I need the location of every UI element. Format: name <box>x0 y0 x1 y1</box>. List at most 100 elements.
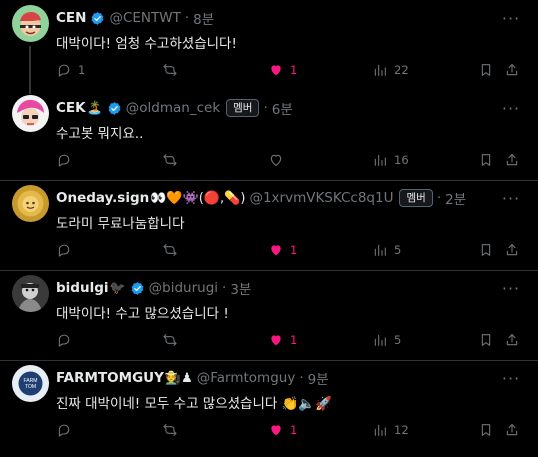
views-count: 5 <box>394 333 402 347</box>
tweet-actions: 1 12 <box>44 420 538 440</box>
author-handle[interactable]: @1xrvmVKSKCc8q1U <box>249 190 393 206</box>
author-handle[interactable]: @Farmtomguy <box>197 370 296 386</box>
like-button[interactable] <box>268 150 290 170</box>
views-button[interactable]: 5 <box>372 330 401 350</box>
reply-button[interactable] <box>56 240 78 260</box>
bookmark-button[interactable] <box>478 150 494 170</box>
author-name[interactable]: FARMTOMGUY <box>56 370 164 386</box>
retweet-button[interactable] <box>162 420 184 440</box>
timestamp[interactable]: 9분 <box>308 368 329 388</box>
author-handle[interactable]: @bidurugi <box>149 280 218 296</box>
bookmark-button[interactable] <box>478 240 494 260</box>
views-icon <box>372 242 388 258</box>
verified-badge-icon <box>90 11 105 26</box>
views-icon <box>372 62 388 78</box>
like-count: 1 <box>290 333 298 347</box>
tweet[interactable]: FARM TOM FARMTOMGUY 🧑‍🌾♟ @Farmtomguy · 9분 ··· 진짜… <box>0 360 538 450</box>
like-count: 1 <box>290 243 298 257</box>
avatar[interactable] <box>12 95 49 132</box>
reply-feed: CEN @CENTWT · 8분 ··· 대박이다! 엄청 수고하셨습니다! 1 1 22 CEK… <box>0 0 538 457</box>
more-icon[interactable]: ··· <box>500 279 522 298</box>
share-button[interactable] <box>504 330 520 350</box>
more-icon[interactable]: ··· <box>500 9 522 28</box>
more-icon[interactable]: ··· <box>500 369 522 388</box>
views-count: 22 <box>394 63 409 77</box>
share-button[interactable] <box>504 150 520 170</box>
timestamp[interactable]: 2분 <box>445 188 466 208</box>
share-button[interactable] <box>504 420 520 440</box>
author-name[interactable]: bidulgi <box>56 280 108 296</box>
reply-button[interactable]: 1 <box>56 60 85 80</box>
author-name[interactable]: CEK <box>56 100 86 116</box>
bookmark-icon <box>478 332 494 348</box>
share-icon <box>504 152 520 168</box>
like-button[interactable]: 1 <box>268 330 297 350</box>
separator-dot: · <box>184 10 190 26</box>
views-button[interactable]: 12 <box>372 420 409 440</box>
avatar[interactable]: FARM TOM <box>12 365 49 402</box>
reply-icon <box>56 422 72 438</box>
reply-button[interactable] <box>56 150 78 170</box>
heart-icon <box>268 332 284 348</box>
views-button[interactable]: 5 <box>372 240 401 260</box>
author-name[interactable]: CEN <box>56 10 86 26</box>
retweet-icon <box>162 422 178 438</box>
share-button[interactable] <box>504 240 520 260</box>
retweet-icon <box>162 242 178 258</box>
tweet[interactable]: CEN @CENTWT · 8분 ··· 대박이다! 엄청 수고하셨습니다! 1 1 22 <box>0 0 538 90</box>
heart-icon <box>268 242 284 258</box>
bookmark-icon <box>478 422 494 438</box>
tweet[interactable]: bidulgi 🐦‍⬛ @bidurugi · 3분 ··· 대박이다! 수고 많으셨습니다… <box>0 270 538 360</box>
like-button[interactable]: 1 <box>268 60 297 80</box>
retweet-button[interactable] <box>162 60 184 80</box>
retweet-button[interactable] <box>162 150 184 170</box>
share-icon <box>504 422 520 438</box>
name-emoji: 🐦‍⬛ <box>109 280 126 296</box>
name-emoji: 🧑‍🌾♟ <box>164 370 193 386</box>
share-icon <box>504 332 520 348</box>
bookmark-button[interactable] <box>478 420 494 440</box>
views-icon <box>372 152 388 168</box>
tweet-header: FARMTOMGUY 🧑‍🌾♟ @Farmtomguy · 9분 <box>56 368 496 388</box>
tweet-text: 대박이다! 엄청 수고하셨습니다! <box>56 36 237 52</box>
views-button[interactable]: 22 <box>372 60 409 80</box>
timestamp[interactable]: 3분 <box>230 278 251 298</box>
views-button[interactable]: 16 <box>372 150 409 170</box>
share-icon <box>504 242 520 258</box>
timestamp[interactable]: 6분 <box>272 98 293 118</box>
tweet-text: 대박이다! 수고 많으셨습니다 ! <box>56 306 229 322</box>
separator-dot: · <box>222 280 227 296</box>
tweet-actions: 16 <box>44 150 538 170</box>
retweet-button[interactable] <box>162 240 184 260</box>
avatar[interactable] <box>12 5 49 42</box>
like-count: 1 <box>290 423 298 437</box>
tweet-actions: 1 1 22 <box>44 60 538 80</box>
retweet-button[interactable] <box>162 330 184 350</box>
bookmark-button[interactable] <box>478 60 494 80</box>
tweet-actions: 15 <box>44 330 538 350</box>
author-handle[interactable]: @oldman_cek <box>126 100 220 116</box>
more-icon[interactable]: ··· <box>500 99 522 118</box>
tweet-header: CEN @CENTWT · 8분 <box>56 8 496 28</box>
tweet-text: 진짜 대박이네! 모두 수고 많으셨습니다 👏🔈🚀 <box>56 396 333 412</box>
author-name[interactable]: Oneday.sign <box>56 190 149 206</box>
tweet[interactable]: Oneday.sign 👀🧡👾(🔴,💊) @1xrvmVKSKCc8q1U 멤버 · 2분… <box>0 180 538 270</box>
share-button[interactable] <box>504 60 520 80</box>
reply-button[interactable] <box>56 330 78 350</box>
timestamp[interactable]: 8분 <box>193 8 214 28</box>
verified-badge-icon <box>107 101 122 116</box>
like-button[interactable]: 1 <box>268 420 297 440</box>
bookmark-icon <box>478 242 494 258</box>
separator-dot: · <box>263 100 268 116</box>
views-icon <box>372 422 388 438</box>
avatar[interactable] <box>12 185 49 222</box>
avatar[interactable] <box>12 275 49 312</box>
bookmark-icon <box>478 152 494 168</box>
separator-dot: · <box>299 370 304 386</box>
more-icon[interactable]: ··· <box>500 189 522 208</box>
tweet[interactable]: CEK 🏝️ @oldman_cek 멤버 · 6분 ··· 수고봇 뭐지요.. 16 <box>0 90 538 180</box>
bookmark-button[interactable] <box>478 330 494 350</box>
author-handle[interactable]: @CENTWT <box>109 10 180 26</box>
like-button[interactable]: 1 <box>268 240 297 260</box>
reply-button[interactable] <box>56 420 78 440</box>
